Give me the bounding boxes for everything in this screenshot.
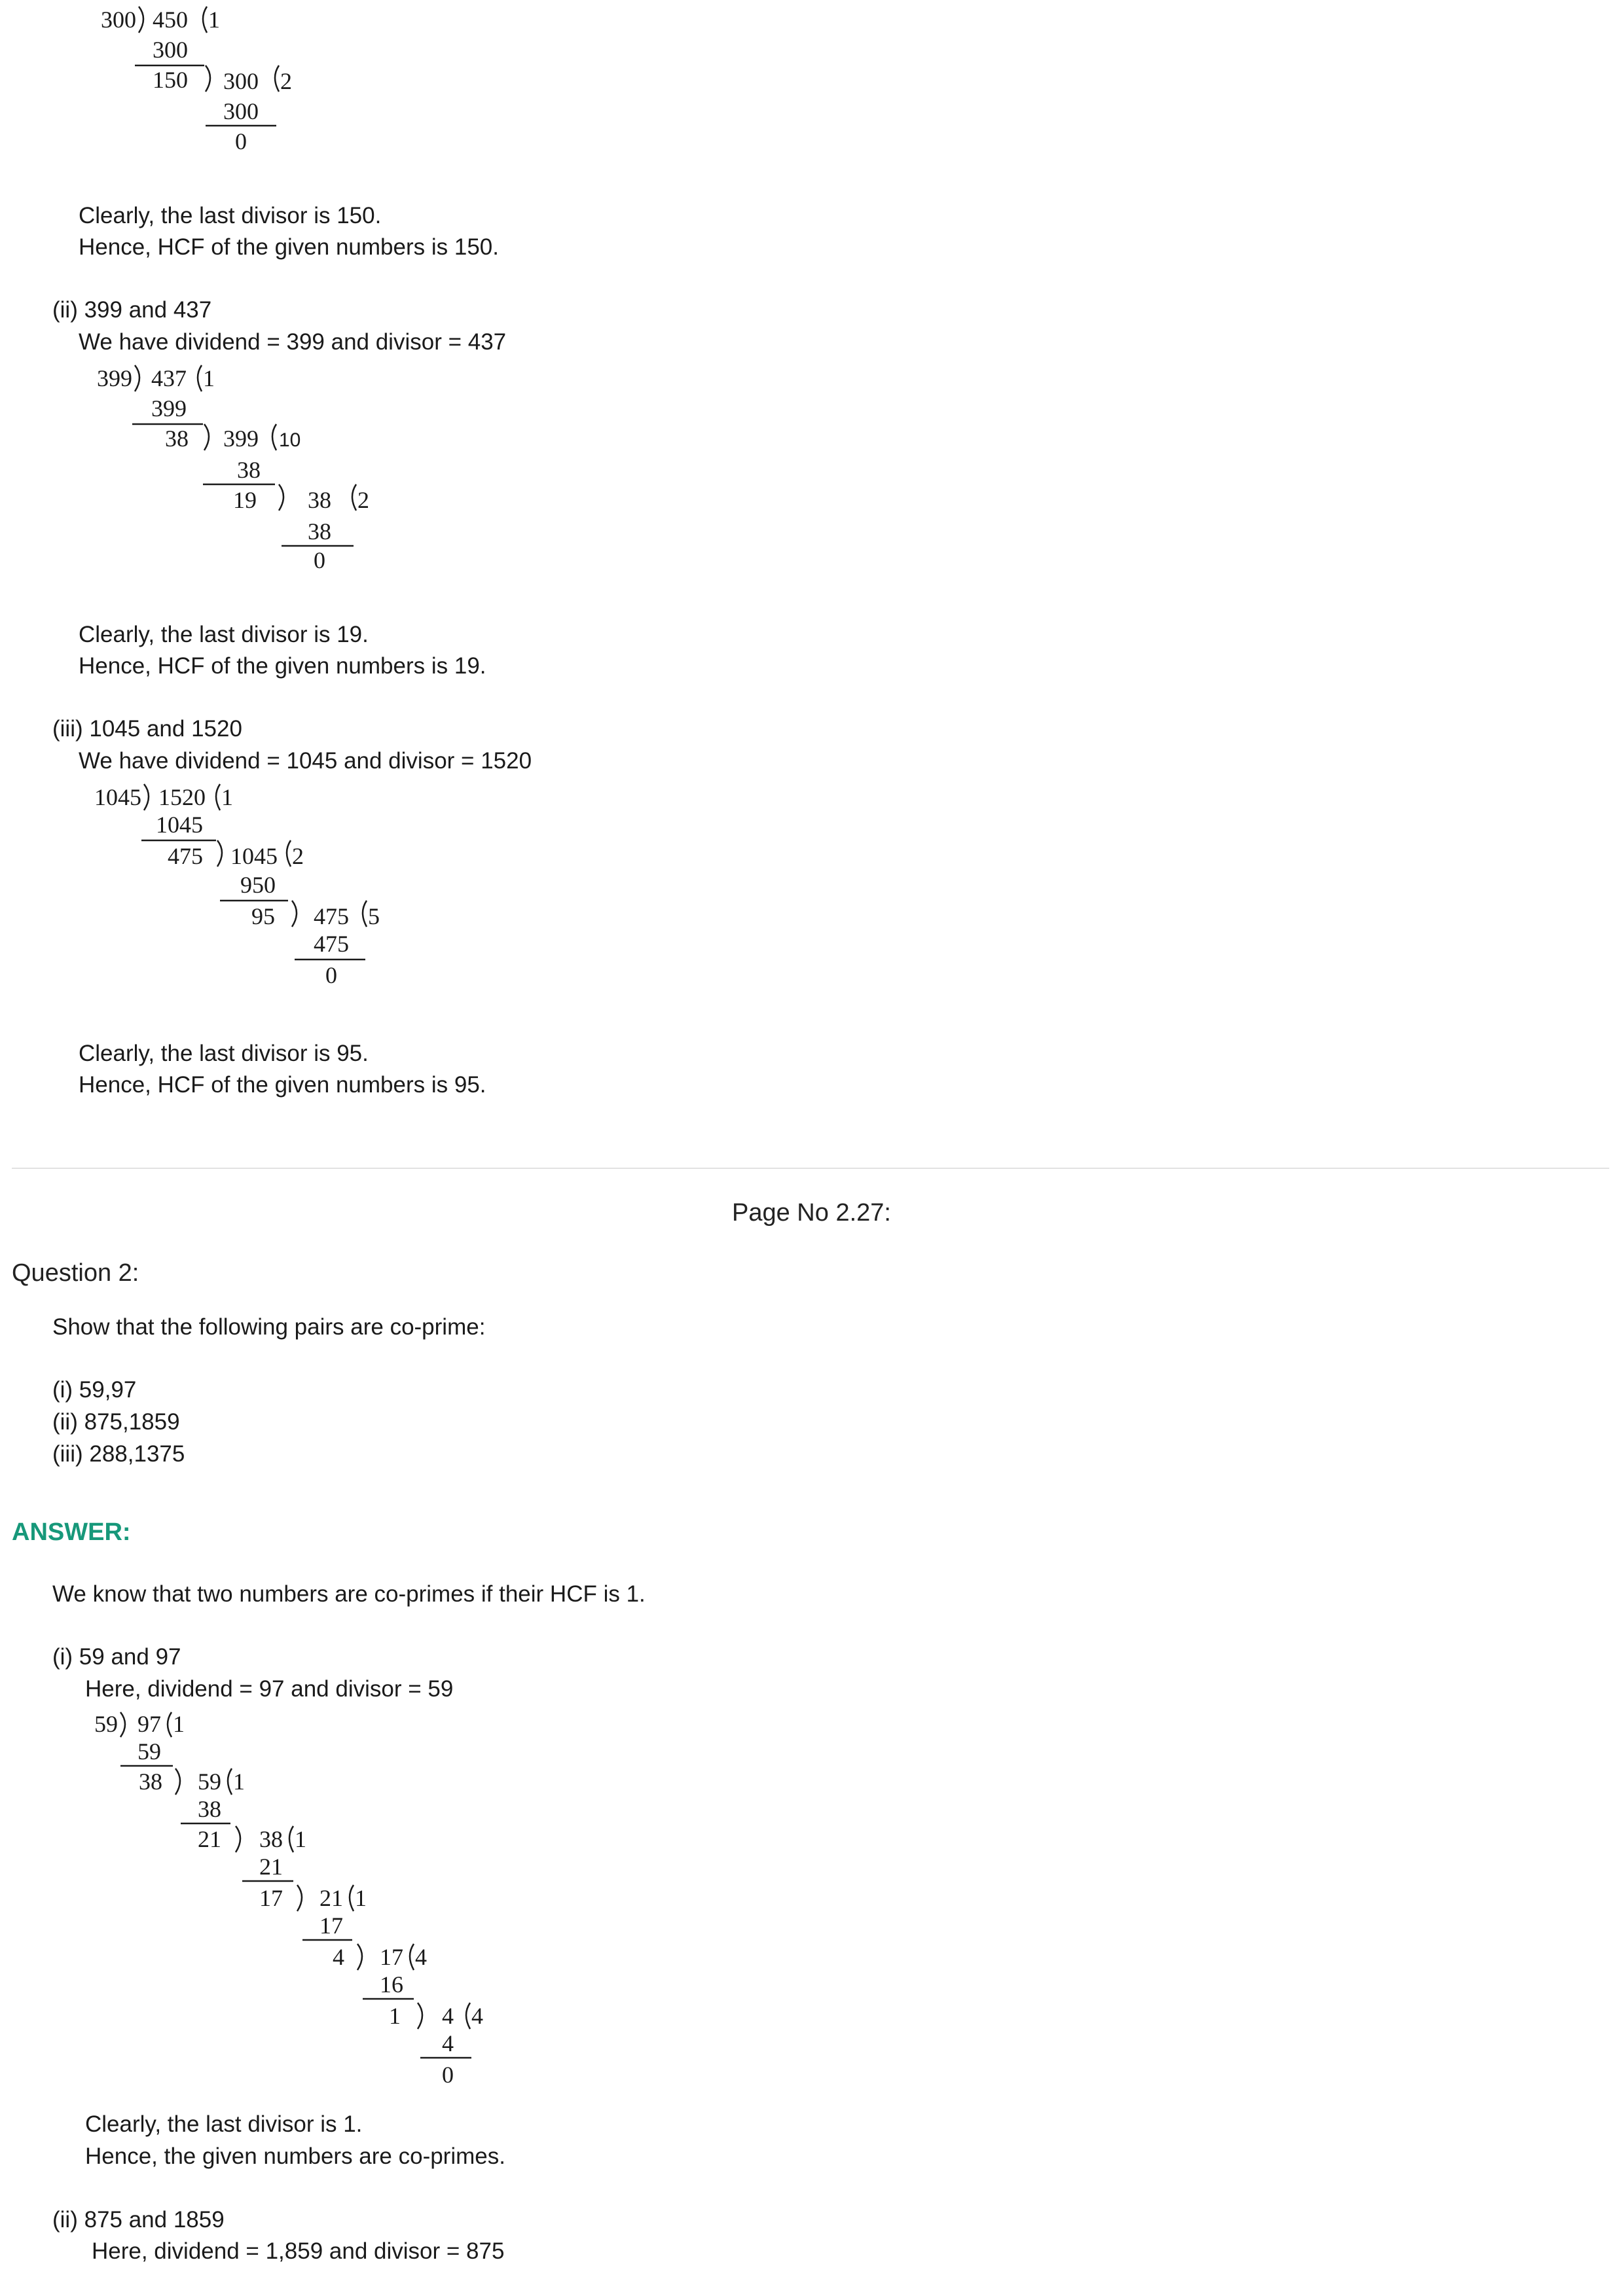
part-setup: We have dividend = 1045 and divisor = 15… [79, 748, 532, 774]
product: 4 [442, 2030, 454, 2056]
remainder-divisor: 95 [251, 903, 275, 929]
dividend: 399 [223, 425, 259, 452]
dividend: 437 [151, 365, 187, 391]
coprime-result: Hence, the given numbers are co-primes. [85, 2144, 505, 2169]
conclusion-line: Clearly, the last divisor is 1. [85, 2111, 363, 2137]
remainder-divisor: 21 [198, 1826, 221, 1852]
long-division-97-by-59: 59 97 1 59 38 59 1 38 21 38 1 21 17 21 1… [94, 1711, 483, 2088]
quotient: 1 [355, 1885, 367, 1911]
product: 16 [380, 1971, 403, 1998]
dividend: 59 [198, 1768, 221, 1795]
remainder: 0 [235, 128, 247, 154]
quotient: 1 [233, 1768, 245, 1795]
answer-intro: We know that two numbers are co-primes i… [52, 1581, 646, 1607]
product: 950 [240, 872, 276, 898]
quotient: 10 [279, 429, 301, 451]
remainder: 0 [325, 962, 337, 988]
remainder-divisor: 475 [168, 843, 203, 869]
dividend: 97 [137, 1711, 161, 1737]
question-prompt: Show that the following pairs are co-pri… [52, 1314, 486, 1340]
part-setup: Here, dividend = 97 and divisor = 59 [85, 1676, 454, 1702]
dividend: 450 [153, 7, 188, 33]
quotient: 2 [280, 68, 292, 94]
divisor: 59 [94, 1711, 118, 1737]
quotient: 1 [208, 7, 220, 33]
question-item: (i) 59,97 [52, 1377, 137, 1403]
part-heading: (ii) 875 and 1859 [52, 2207, 225, 2233]
dividend: 21 [319, 1885, 343, 1911]
part-setup: Here, dividend = 1,859 and divisor = 875 [92, 2238, 505, 2264]
quotient: 1 [203, 365, 215, 391]
product: 38 [198, 1796, 221, 1822]
divisor: 1045 [94, 784, 141, 810]
long-division-450-by-300: 300 450 1 300 150 300 2 300 0 [101, 6, 292, 154]
remainder-divisor: 38 [165, 425, 189, 452]
question-item: (iii) 288,1375 [52, 1441, 185, 1467]
product: 38 [237, 457, 261, 483]
part-heading: (i) 59 and 97 [52, 1644, 181, 1670]
remainder-divisor: 19 [233, 487, 257, 513]
remainder-divisor: 17 [259, 1885, 283, 1911]
remainder-divisor: 150 [153, 67, 188, 93]
quotient: 1 [295, 1826, 306, 1852]
page-number: Page No 2.27: [732, 1199, 891, 1227]
product: 399 [151, 395, 187, 422]
quotient: 1 [173, 1711, 185, 1737]
product: 21 [259, 1854, 283, 1880]
dividend: 4 [442, 2003, 454, 2029]
remainder-divisor: 4 [333, 1944, 344, 1970]
section-divider [12, 1168, 1609, 1169]
part-heading: (ii) 399 and 437 [52, 297, 212, 323]
hcf-result: Hence, HCF of the given numbers is 95. [79, 1072, 486, 1098]
quotient: 4 [415, 1944, 427, 1970]
remainder: 0 [314, 547, 325, 573]
dividend: 475 [314, 903, 349, 929]
dividend: 38 [259, 1826, 283, 1852]
product: 300 [153, 37, 188, 63]
product: 475 [314, 931, 349, 957]
hcf-result: Hence, HCF of the given numbers is 150. [79, 234, 499, 260]
product: 1045 [156, 812, 203, 838]
quotient: 5 [368, 903, 380, 929]
part-setup: We have dividend = 399 and divisor = 437 [79, 329, 507, 355]
divisor: 300 [101, 7, 136, 33]
conclusion-line: Clearly, the last divisor is 19. [79, 622, 369, 647]
part-heading: (iii) 1045 and 1520 [52, 716, 242, 742]
remainder-divisor: 1 [389, 2003, 401, 2029]
conclusion-line: Clearly, the last divisor is 95. [79, 1041, 369, 1066]
quotient: 2 [292, 843, 304, 869]
product: 17 [319, 1912, 343, 1939]
question-item: (ii) 875,1859 [52, 1409, 180, 1435]
dividend: 1520 [158, 784, 206, 810]
conclusion-line: Clearly, the last divisor is 150. [79, 203, 382, 228]
long-division-437-by-399: 399 437 1 399 38 399 10 38 19 38 2 38 0 [97, 365, 369, 573]
product: 38 [308, 518, 331, 545]
dividend: 38 [308, 487, 331, 513]
dividend: 300 [223, 68, 259, 94]
divisor: 399 [97, 365, 132, 391]
hcf-result: Hence, HCF of the given numbers is 19. [79, 653, 486, 679]
remainder-divisor: 38 [139, 1768, 162, 1795]
long-division-1520-by-1045: 1045 1520 1 1045 475 1045 2 950 95 475 5… [94, 783, 380, 988]
quotient: 2 [357, 487, 369, 513]
quotient: 4 [471, 2003, 483, 2029]
remainder: 0 [442, 2062, 454, 2088]
dividend: 17 [380, 1944, 403, 1970]
product: 300 [223, 98, 259, 124]
quotient: 1 [221, 784, 233, 810]
question-title: Question 2: [12, 1259, 139, 1287]
product: 59 [137, 1738, 161, 1765]
answer-label: ANSWER: [12, 1518, 131, 1546]
dividend: 1045 [230, 843, 278, 869]
